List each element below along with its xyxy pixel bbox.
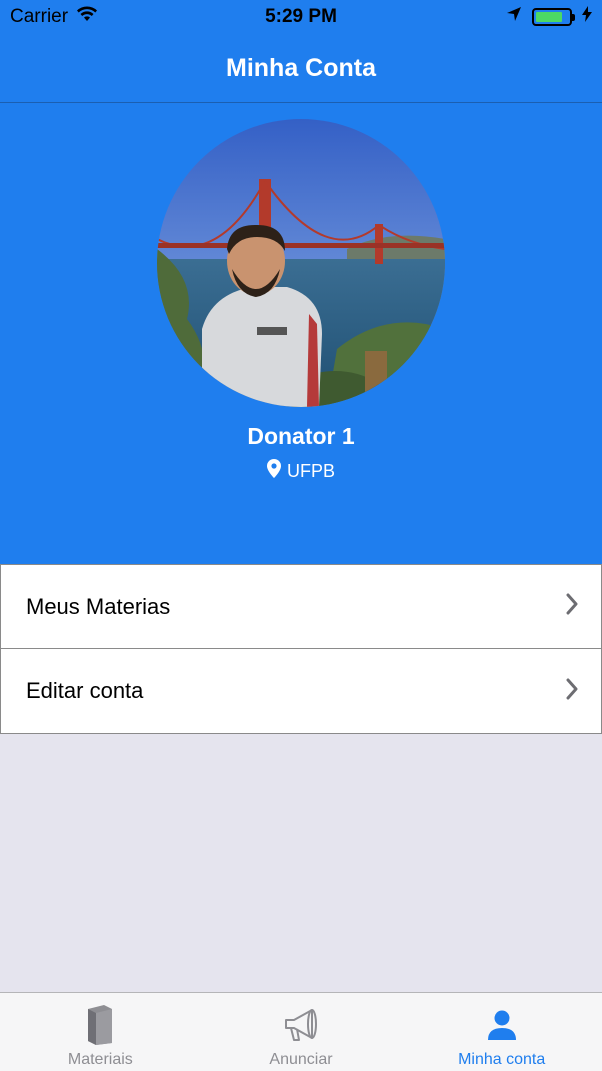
menu-item-label: Editar conta (26, 678, 144, 703)
user-name: Donator 1 (247, 423, 355, 449)
menu-item-meus-materias[interactable]: Meus Materias (0, 564, 602, 649)
tab-label: Anunciar (269, 1051, 333, 1068)
account-menu: Meus Materias Editar conta (0, 564, 602, 734)
status-right (506, 6, 592, 28)
user-icon (486, 1003, 518, 1047)
megaphone-icon (282, 1003, 320, 1047)
location-arrow-icon (506, 6, 522, 28)
tab-bar: Materiais Anunciar Minha conta (0, 992, 602, 1071)
menu-item-label: Meus Materias (26, 593, 171, 619)
tab-materiais[interactable]: Materiais (0, 993, 201, 1071)
status-left: Carrier (10, 6, 98, 28)
tab-label: Materiais (67, 1051, 133, 1068)
user-location: UFPB (0, 459, 602, 483)
tab-minha-conta[interactable]: Minha conta (401, 993, 602, 1071)
wifi-icon (76, 6, 98, 28)
charging-icon (582, 6, 592, 28)
battery-level (536, 12, 562, 22)
location-label: UFPB (286, 460, 335, 481)
tab-label: Minha conta (458, 1051, 546, 1068)
tab-anunciar[interactable]: Anunciar (201, 993, 402, 1071)
battery-icon (532, 8, 575, 26)
book-icon (84, 1003, 116, 1047)
nav-bar: Minha Conta (0, 34, 602, 103)
carrier-label: Carrier (10, 6, 69, 27)
chevron-right-icon (565, 678, 579, 705)
avatar (157, 119, 445, 407)
status-bar: Carrier 5:29 PM (0, 0, 602, 34)
page-title: Minha Conta (226, 53, 376, 82)
profile-header: Donator 1 UFPB (0, 103, 602, 564)
chevron-right-icon (565, 593, 579, 620)
menu-item-editar-conta[interactable]: Editar conta (0, 649, 602, 734)
map-pin-icon (266, 459, 281, 483)
